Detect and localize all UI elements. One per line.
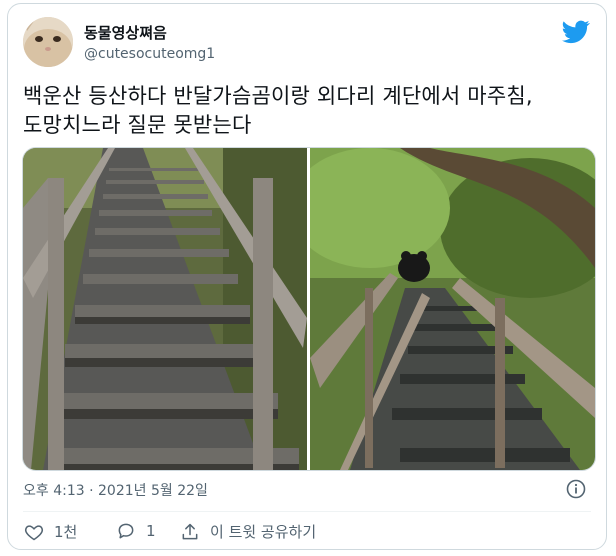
avatar-cat-image bbox=[23, 17, 73, 67]
reply-bubble-icon bbox=[118, 523, 134, 539]
share-label: 이 트윗 공유하기 bbox=[210, 523, 317, 541]
photo-right-bear-stairs[interactable] bbox=[310, 148, 595, 470]
tweet-media[interactable] bbox=[22, 147, 596, 471]
author-name[interactable]: 동물영상쪄음 bbox=[84, 22, 167, 43]
heart-icon bbox=[24, 524, 44, 540]
share-upload-icon bbox=[182, 523, 198, 539]
tweet-card[interactable]: 동물영상쪄음 @cutesocuteomg1 백운산 등산하다 반달가슴곰이랑 … bbox=[7, 3, 607, 550]
reply-button[interactable]: 1 bbox=[116, 521, 156, 541]
tweet-timestamp[interactable]: 오후 4:13 · 2021년 5월 22일 bbox=[23, 480, 208, 500]
twitter-bird-icon[interactable] bbox=[562, 20, 590, 44]
author-handle[interactable]: @cutesocuteomg1 bbox=[84, 46, 215, 62]
like-count: 1천 bbox=[54, 523, 78, 541]
photo-left-stairs[interactable] bbox=[23, 148, 307, 470]
reply-count: 1 bbox=[146, 522, 156, 540]
info-icon[interactable] bbox=[566, 479, 586, 499]
divider bbox=[23, 511, 591, 512]
share-button[interactable]: 이 트윗 공유하기 bbox=[180, 521, 316, 542]
like-button[interactable]: 1천 bbox=[24, 521, 77, 542]
avatar[interactable] bbox=[23, 17, 73, 67]
tweet-text: 백운산 등산하다 반달가슴곰이랑 외다리 계단에서 마주침, 도망치느라 질문 … bbox=[23, 84, 533, 137]
